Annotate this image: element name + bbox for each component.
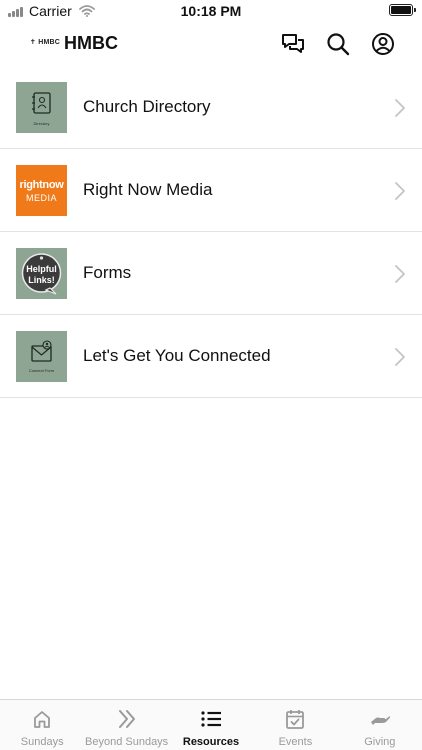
- list-item-right-now-media[interactable]: rightnow MEDIA Right Now Media: [0, 149, 422, 232]
- chevron-right-icon: [395, 182, 405, 200]
- tab-beyond-sundays[interactable]: Beyond Sundays: [84, 700, 168, 750]
- tab-label: Resources: [182, 736, 240, 748]
- double-chevron-icon: [118, 710, 135, 728]
- tab-bar: Sundays Beyond Sundays Resources Events: [0, 699, 422, 750]
- directory-thumb-text: Directory: [33, 121, 50, 126]
- helpful-text: Helpful: [26, 264, 57, 274]
- contact-form-icon: [31, 340, 52, 362]
- tab-label: Events: [278, 736, 313, 748]
- directory-thumbnail: Directory: [16, 82, 67, 133]
- list-item-church-directory[interactable]: Directory Church Directory: [0, 66, 422, 149]
- rightnow-logo-text: rightnow: [19, 179, 64, 191]
- tab-sundays[interactable]: Sundays: [0, 700, 84, 750]
- chevron-right-icon: [395, 348, 405, 366]
- hand-icon: [370, 716, 390, 725]
- links-text: Links!: [28, 275, 55, 285]
- profile-button[interactable]: [370, 31, 396, 57]
- status-bar: Carrier 10:18 PM: [0, 0, 422, 22]
- media-logo-text: MEDIA: [25, 193, 57, 203]
- calendar-check-icon: [286, 710, 305, 729]
- list-item-get-connected[interactable]: Connect Form Let's Get You Connected: [0, 315, 422, 398]
- search-icon: [327, 33, 350, 56]
- chat-icon: [282, 34, 304, 53]
- church-logo: ✝ HMBC: [30, 39, 61, 46]
- resource-list: Directory Church Directory rightnow MEDI…: [0, 66, 422, 398]
- item-label: Church Directory: [83, 97, 211, 116]
- rightnow-media-thumbnail: rightnow MEDIA: [16, 165, 67, 216]
- chevron-right-icon: [395, 99, 405, 117]
- tab-events[interactable]: Events: [253, 700, 337, 750]
- list-icon: [201, 711, 222, 727]
- status-time: 10:18 PM: [180, 3, 242, 19]
- connect-form-thumbnail: Connect Form: [16, 331, 67, 382]
- tab-label: Sundays: [20, 736, 64, 748]
- home-icon: [34, 711, 51, 728]
- chevron-right-icon: [395, 265, 405, 283]
- item-label: Forms: [83, 263, 132, 282]
- battery-icon: [389, 4, 416, 16]
- search-button[interactable]: [325, 31, 351, 57]
- helpful-links-thumbnail: Helpful Links!: [16, 248, 67, 299]
- item-label: Let's Get You Connected: [83, 346, 271, 365]
- page-title: HMBC: [64, 33, 118, 53]
- tab-resources[interactable]: Resources: [169, 700, 253, 750]
- connect-thumb-text: Connect Form: [28, 368, 55, 373]
- item-label: Right Now Media: [83, 180, 213, 199]
- tab-label: Beyond Sundays: [85, 736, 169, 748]
- chat-button[interactable]: [280, 31, 306, 57]
- list-item-forms[interactable]: Helpful Links! Forms: [0, 232, 422, 315]
- tab-giving[interactable]: Giving: [338, 700, 422, 750]
- tab-label: Giving: [364, 736, 396, 748]
- account-icon: [372, 33, 394, 55]
- app-header: ✝ HMBC HMBC: [0, 24, 422, 64]
